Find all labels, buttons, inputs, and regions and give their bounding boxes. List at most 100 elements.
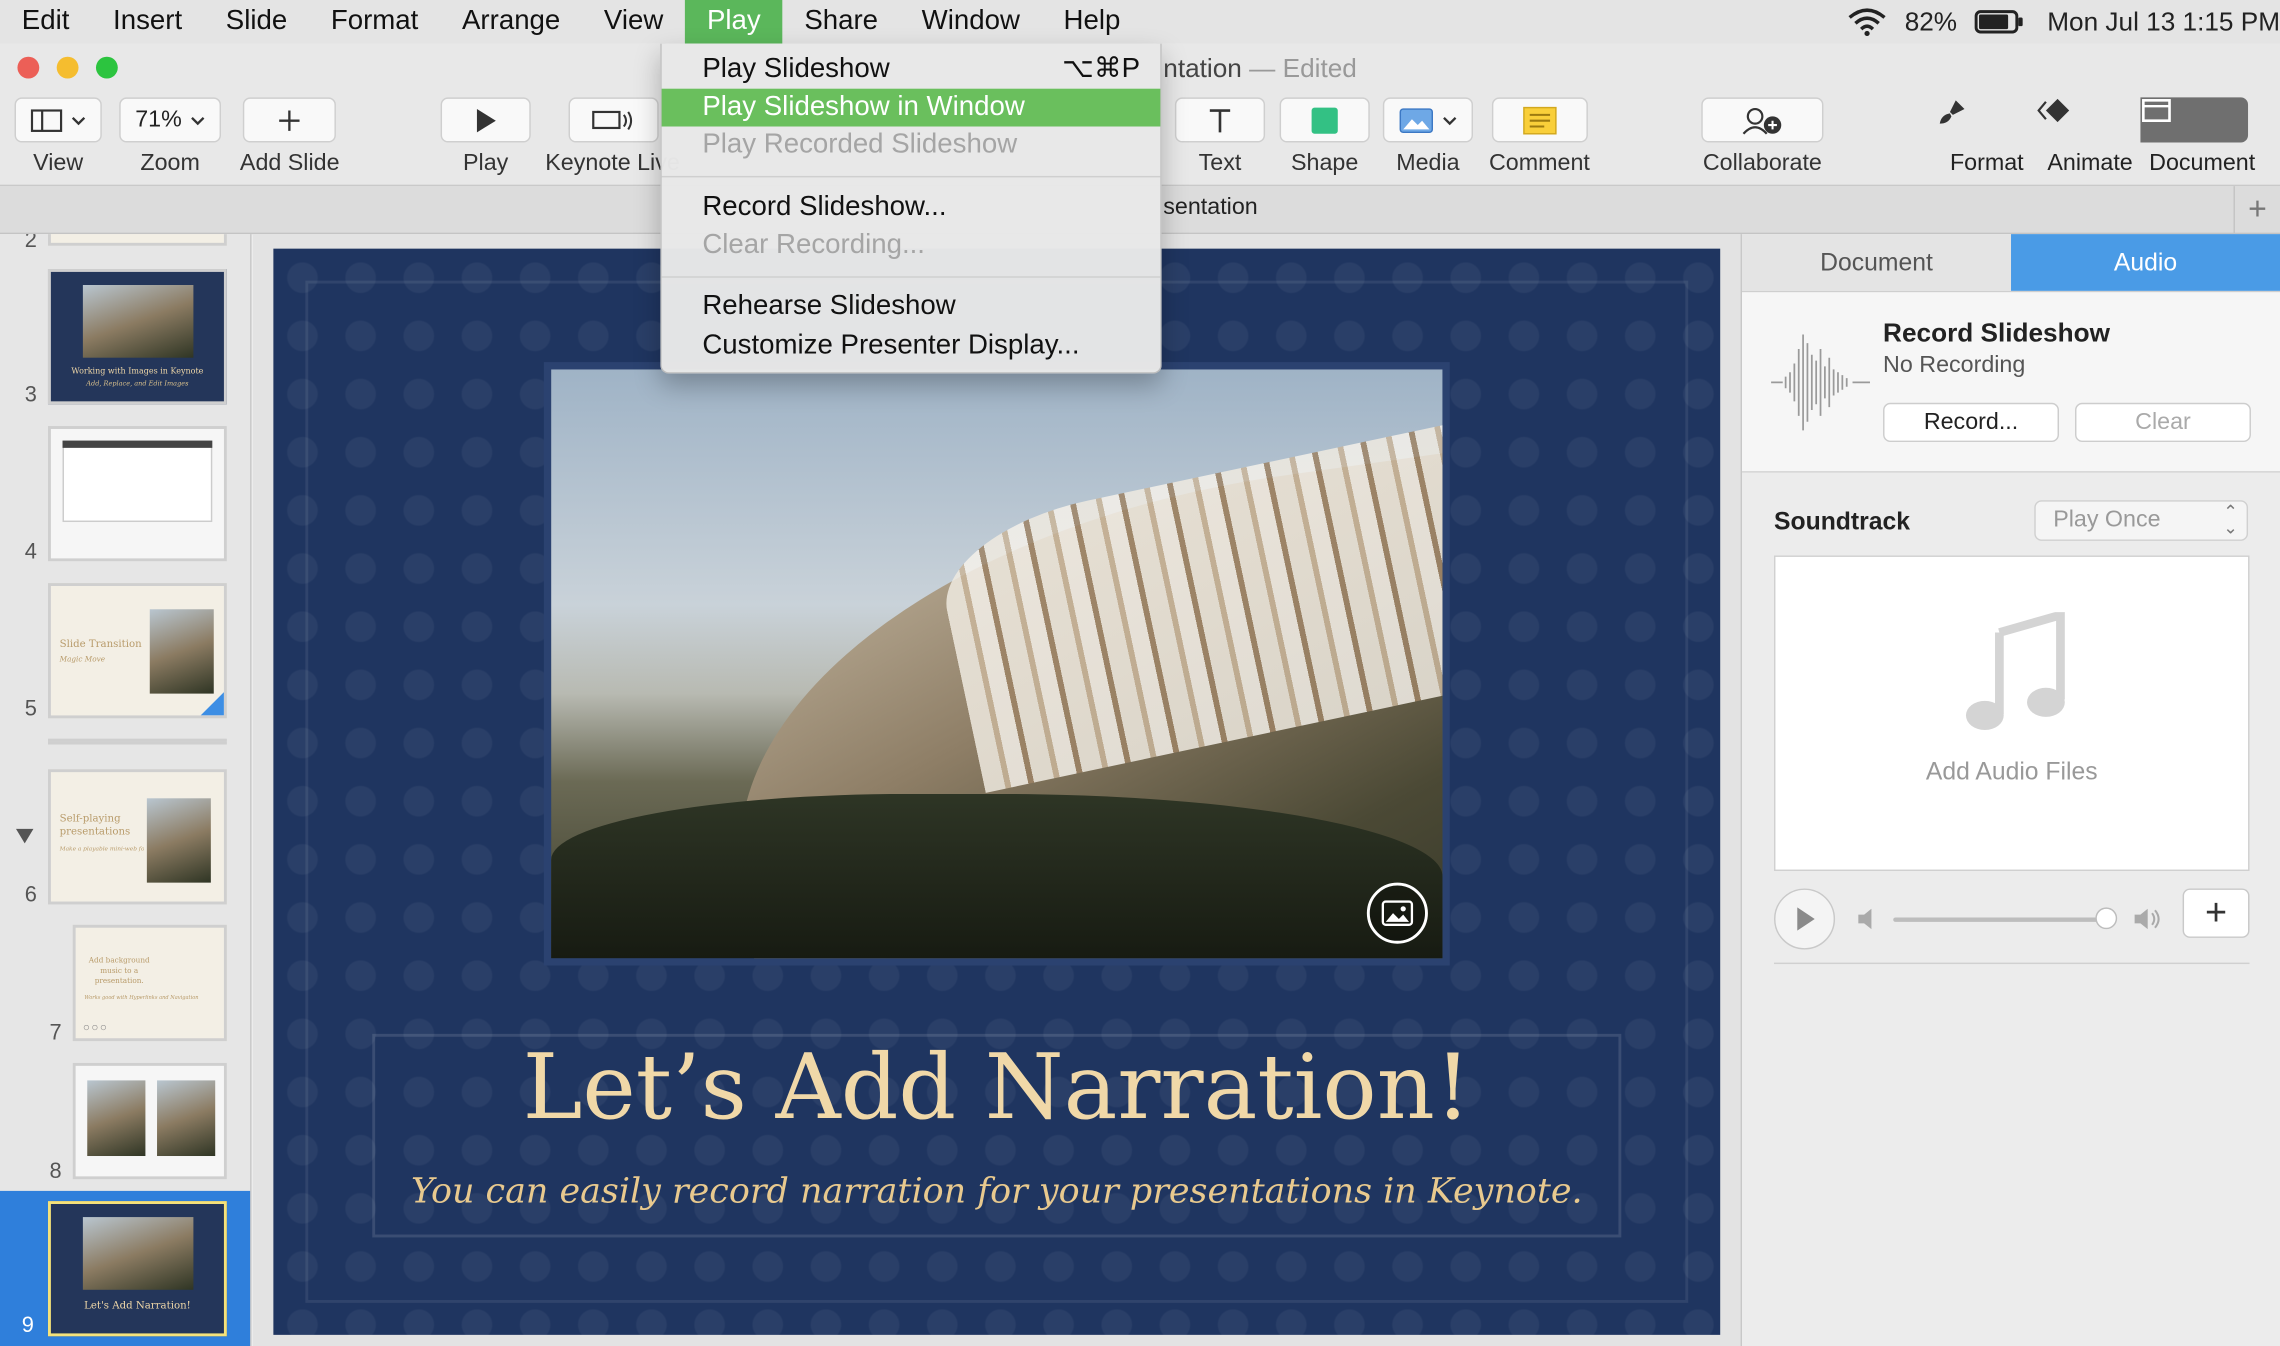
chevron-down-icon xyxy=(1443,116,1457,125)
soundtrack-mode-value: Play Once xyxy=(2053,507,2161,533)
slide-thumb-2[interactable] xyxy=(47,234,227,246)
menu-edit[interactable]: Edit xyxy=(0,0,91,44)
slide-canvas: Let’s Add Narration! You can easily reco… xyxy=(253,234,1741,1346)
volume-high-icon xyxy=(2134,908,2160,930)
menu-share[interactable]: Share xyxy=(783,0,900,44)
menu-item-play-recorded-slideshow[interactable]: Play Recorded Slideshow xyxy=(662,127,1161,165)
collaborate-tool: Collaborate xyxy=(1701,97,1824,177)
menu-item-record-slideshow[interactable]: Record Slideshow... xyxy=(662,189,1161,227)
soundtrack-mode-select[interactable]: Play Once ⌃ ⌄ xyxy=(2034,500,2249,541)
record-slideshow-title: Record Slideshow xyxy=(1883,318,2110,348)
menu-slide[interactable]: Slide xyxy=(204,0,309,44)
tab-audio[interactable]: Audio xyxy=(2011,234,2280,291)
record-slideshow-section: Record Slideshow No Recording Record... … xyxy=(1742,292,2280,473)
collaborate-button[interactable] xyxy=(1701,97,1824,143)
play-menu-dropdown: Play Slideshow ⌥⌘P Play Slideshow in Win… xyxy=(660,43,1162,374)
play-button[interactable] xyxy=(440,97,531,143)
format-button[interactable] xyxy=(1935,97,2037,142)
thumb-title: Self-playing presentations xyxy=(59,812,131,838)
view-button[interactable] xyxy=(14,97,102,143)
keynote-app: Edit Insert Slide Format Arrange View Pl… xyxy=(0,0,2280,1346)
minimize-window-button[interactable] xyxy=(56,56,79,79)
battery-level-fill xyxy=(1978,14,2008,30)
menu-item-play-slideshow-in-window[interactable]: Play Slideshow in Window xyxy=(661,88,1161,127)
current-slide[interactable]: Let’s Add Narration! You can easily reco… xyxy=(273,248,1721,1335)
shape-button[interactable] xyxy=(1279,97,1370,143)
tab-document[interactable]: Document xyxy=(1742,234,2012,291)
media-placeholder-icon[interactable] xyxy=(1366,882,1428,944)
audio-drop-zone[interactable]: Add Audio Files xyxy=(1774,555,2250,872)
menu-insert[interactable]: Insert xyxy=(91,0,204,44)
keyboard-shortcut: ⌥⌘P xyxy=(1062,53,1141,85)
slide-number-8: 8 xyxy=(49,1158,62,1184)
keynote-live-icon xyxy=(592,110,633,130)
document-tab[interactable]: sentation xyxy=(1163,195,1257,221)
clear-recording-button[interactable]: Clear xyxy=(2075,402,2251,443)
zoom-select[interactable]: 71% xyxy=(119,97,222,143)
image-icon xyxy=(1381,900,1414,926)
menu-view[interactable]: View xyxy=(582,0,685,44)
document-button[interactable] xyxy=(2140,97,2249,143)
thumb-title: Working with Images in Keynote xyxy=(71,367,204,377)
slide-thumb-6[interactable]: Self-playing presentations Make a playab… xyxy=(47,769,227,905)
zoom-tool: 71% Zoom xyxy=(119,97,222,177)
menu-item-rehearse-slideshow[interactable]: Rehearse Slideshow xyxy=(662,288,1161,326)
inspector-tabs: Document Audio xyxy=(1742,234,2280,293)
slide-title[interactable]: Let’s Add Narration! xyxy=(273,1034,1720,1140)
clock[interactable]: Mon Jul 13 1:15 PM xyxy=(2047,7,2280,38)
keynote-live-button[interactable] xyxy=(568,97,659,143)
menu-item-label: Play Slideshow in Window xyxy=(702,91,1025,123)
slide-thumb-9[interactable]: Let's Add Narration! xyxy=(47,1201,227,1337)
menu-window[interactable]: Window xyxy=(900,0,1042,44)
slide-thumb-5[interactable]: Slide Transition Magic Move xyxy=(47,583,227,719)
paintbrush-icon xyxy=(1939,100,1965,124)
close-window-button[interactable] xyxy=(17,56,40,79)
document-inspector: Document Audio Record Slideshow No Recor… xyxy=(1740,234,2280,1346)
volume-slider-knob[interactable] xyxy=(2095,907,2118,930)
menu-help[interactable]: Help xyxy=(1042,0,1142,44)
play-label: Play xyxy=(463,151,509,176)
slide-number-5: 5 xyxy=(24,696,37,722)
record-button[interactable]: Record... xyxy=(1883,402,2060,443)
collapse-group-icon[interactable] xyxy=(15,828,34,844)
slide-thumb-7[interactable]: Add background music to a presentation. … xyxy=(72,924,227,1042)
shape-label: Shape xyxy=(1291,151,1359,176)
menu-item-play-slideshow[interactable]: Play Slideshow ⌥⌘P xyxy=(662,51,1161,89)
slide-thumb-4[interactable] xyxy=(47,426,227,562)
text-button[interactable] xyxy=(1174,97,1266,143)
slide-thumb-8[interactable] xyxy=(72,1062,227,1180)
zoom-window-button[interactable] xyxy=(95,56,118,79)
menu-format[interactable]: Format xyxy=(309,0,440,44)
add-slide-button[interactable] xyxy=(243,97,337,143)
photo-foreground xyxy=(551,793,1443,959)
thumb-subtitle: Works good with Hyperlinks and Navigatio… xyxy=(84,994,199,1001)
slide-thumb-3[interactable]: Working with Images in Keynote Add, Repl… xyxy=(47,269,227,405)
transition-badge-icon xyxy=(200,692,224,716)
audio-play-button[interactable] xyxy=(1774,888,1836,950)
slide-photo[interactable] xyxy=(543,362,1450,966)
volume-slider-track[interactable] xyxy=(1893,917,2112,922)
media-button[interactable] xyxy=(1382,97,1474,143)
wifi-icon[interactable] xyxy=(1847,7,1888,37)
add-audio-button[interactable]: + xyxy=(2182,888,2250,938)
comment-icon xyxy=(1522,106,1557,134)
menu-item-clear-recording[interactable]: Clear Recording... xyxy=(662,227,1161,265)
slide-subtitle[interactable]: You can easily record narration for your… xyxy=(273,1171,1720,1212)
animate-button[interactable] xyxy=(2037,97,2140,142)
menu-item-label: Clear Recording... xyxy=(702,229,925,261)
comment-button[interactable] xyxy=(1491,97,1588,143)
menu-bar: Edit Insert Slide Format Arrange View Pl… xyxy=(0,0,2280,44)
play-tool: Play xyxy=(440,97,531,177)
menu-item-customize-presenter-display[interactable]: Customize Presenter Display... xyxy=(662,327,1161,365)
text-tool: Text xyxy=(1174,97,1266,177)
photo-icon xyxy=(1399,107,1434,133)
battery-icon[interactable] xyxy=(1974,10,2023,34)
text-label: Text xyxy=(1198,151,1242,176)
new-tab-button[interactable]: + xyxy=(2233,186,2280,235)
slide-number-9: 9 xyxy=(21,1313,34,1338)
music-note-icon xyxy=(1965,612,2065,730)
menu-arrange[interactable]: Arrange xyxy=(440,0,582,44)
thumb-photo xyxy=(82,1217,194,1290)
menu-play[interactable]: Play xyxy=(685,0,783,44)
up-down-arrows-icon: ⌃ ⌄ xyxy=(2223,501,2238,539)
